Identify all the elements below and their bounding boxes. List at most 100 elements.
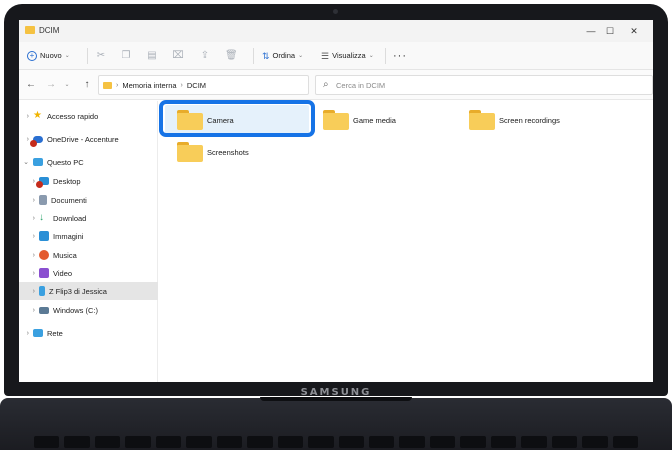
- title-bar: DCIM — ☐ ✕: [19, 20, 653, 42]
- sidebar-item-label: Documenti: [51, 195, 87, 205]
- sidebar-item-windows-c[interactable]: › Windows (C:): [19, 301, 158, 319]
- sidebar-item-label: Download: [53, 213, 87, 223]
- chevron-down-icon: ⌄: [298, 53, 304, 59]
- sidebar-item-label: Musica: [53, 250, 77, 260]
- sort-button[interactable]: ⇅ Ordina ⌄: [262, 49, 303, 63]
- sidebar-item-download[interactable]: › ↓ Download: [19, 209, 158, 227]
- sidebar-item-label: Questo PC: [47, 157, 84, 167]
- breadcrumb-separator: ›: [116, 81, 119, 89]
- up-button[interactable]: ↑: [81, 78, 93, 92]
- camera-highlight: [159, 100, 315, 137]
- webcam-icon: [333, 9, 338, 14]
- cut-icon[interactable]: ✂: [95, 50, 107, 62]
- paste-icon[interactable]: ▤: [146, 50, 158, 62]
- divider: [87, 48, 88, 64]
- folder-icon: [177, 142, 203, 162]
- keyboard-row: [34, 436, 639, 448]
- minimize-button[interactable]: —: [581, 23, 601, 39]
- address-bar[interactable]: › Memoria interna › DCIM: [98, 75, 309, 95]
- chevron-right-icon[interactable]: ›: [19, 330, 33, 337]
- image-icon: [39, 231, 49, 241]
- folder-item-screenshots[interactable]: Screenshots: [165, 137, 309, 167]
- address-row: ← → ⌄ ↑ › Memoria interna › DCIM ⌕: [19, 70, 653, 100]
- search-box[interactable]: ⌕: [315, 75, 653, 95]
- sidebar-item-immagini[interactable]: › Immagini: [19, 227, 158, 245]
- back-button[interactable]: ←: [25, 78, 37, 92]
- navigation-pane: › ★ Accesso rapido › OneDrive - Accentur…: [19, 101, 158, 382]
- sidebar-item-accesso-rapido[interactable]: › ★ Accesso rapido: [19, 107, 158, 125]
- copy-icon[interactable]: ❐: [120, 50, 132, 62]
- sidebar-item-label: OneDrive - Accenture: [47, 134, 119, 144]
- divider: [385, 48, 386, 64]
- new-button[interactable]: + Nuovo ⌄: [27, 49, 70, 63]
- chevron-down-icon: ⌄: [368, 53, 374, 59]
- share-icon[interactable]: ⇪: [199, 50, 211, 62]
- folder-icon: [323, 110, 349, 130]
- chevron-right-icon[interactable]: ›: [25, 233, 39, 240]
- document-icon: [39, 195, 47, 205]
- recent-locations-button[interactable]: ⌄: [61, 78, 73, 92]
- chevron-right-icon[interactable]: ›: [19, 113, 33, 120]
- sidebar-item-label: Windows (C:): [53, 305, 99, 315]
- more-options-button[interactable]: ···: [393, 49, 407, 63]
- folder-icon: [103, 81, 112, 89]
- folder-icon: [469, 110, 495, 130]
- star-icon: ★: [33, 110, 42, 121]
- chevron-right-icon[interactable]: ›: [25, 307, 39, 314]
- close-button[interactable]: ✕: [624, 23, 644, 39]
- chevron-down-icon[interactable]: ⌄: [19, 158, 33, 166]
- chevron-down-icon: ⌄: [64, 53, 70, 59]
- sidebar-item-onedrive[interactable]: › OneDrive - Accenture: [19, 130, 158, 148]
- sidebar-item-rete[interactable]: › Rete: [19, 324, 158, 342]
- rename-icon[interactable]: ⌧: [172, 50, 184, 62]
- error-badge-icon: [36, 181, 43, 188]
- sidebar-item-label: Desktop: [53, 176, 81, 186]
- breadcrumb-separator: ›: [180, 81, 183, 89]
- chevron-right-icon[interactable]: ›: [25, 215, 39, 222]
- computer-icon: [33, 158, 43, 166]
- sidebar-item-desktop[interactable]: › Desktop: [19, 172, 158, 190]
- folder-item-screen-recordings[interactable]: Screen recordings: [457, 105, 601, 135]
- download-icon: ↓: [39, 212, 44, 223]
- chevron-right-icon[interactable]: ›: [25, 270, 39, 277]
- sidebar-item-questo-pc[interactable]: ⌄ Questo PC: [19, 153, 158, 171]
- folder-label: Screenshots: [207, 147, 249, 157]
- breadcrumb-item[interactable]: DCIM: [187, 81, 206, 90]
- maximize-button[interactable]: ☐: [600, 23, 620, 39]
- sidebar-item-video[interactable]: › Video: [19, 264, 158, 282]
- window-title: DCIM: [39, 26, 60, 35]
- folder-icon: [25, 26, 35, 34]
- screen: DCIM — ☐ ✕ + Nuovo ⌄ ✂ ❐ ▤ ⌧ ⇪ 🗑 ⇅ Ordin…: [19, 20, 653, 382]
- sort-icon: ⇅: [262, 51, 270, 61]
- sort-label: Ordina: [272, 51, 296, 60]
- divider: [253, 48, 254, 64]
- cloud-icon: [30, 135, 43, 147]
- file-list: Camera Game media Screen recordings Scre…: [159, 101, 653, 382]
- video-icon: [39, 268, 49, 278]
- error-badge-icon: [30, 139, 37, 147]
- delete-icon[interactable]: 🗑: [225, 50, 238, 62]
- view-icon: ☰: [321, 51, 330, 61]
- search-input[interactable]: [336, 79, 636, 92]
- sidebar-item-z-flip3[interactable]: › Z Flip3 di Jessica: [19, 282, 158, 300]
- chevron-right-icon[interactable]: ›: [25, 197, 39, 204]
- brand-logo: SAMSUNG: [300, 387, 372, 398]
- chevron-right-icon[interactable]: ›: [25, 252, 39, 259]
- sidebar-item-label: Z Flip3 di Jessica: [49, 286, 107, 296]
- view-label: Visualizza: [332, 51, 366, 60]
- music-icon: [39, 250, 49, 260]
- sidebar-item-label: Video: [53, 268, 73, 278]
- command-bar: + Nuovo ⌄ ✂ ❐ ▤ ⌧ ⇪ 🗑 ⇅ Ordina ⌄ ☰ Visua…: [19, 42, 653, 70]
- new-label: Nuovo: [40, 51, 62, 60]
- folder-item-game-media[interactable]: Game media: [311, 105, 455, 135]
- sidebar-item-label: Accesso rapido: [47, 111, 99, 121]
- folder-label: Game media: [353, 115, 396, 125]
- view-button[interactable]: ☰ Visualizza ⌄: [321, 49, 374, 63]
- phone-icon: [39, 286, 45, 296]
- breadcrumb-item[interactable]: Memoria interna: [122, 81, 176, 90]
- sidebar-item-label: Immagini: [53, 231, 84, 241]
- chevron-right-icon[interactable]: ›: [25, 288, 39, 295]
- sidebar-item-documenti[interactable]: › Documenti: [19, 191, 158, 209]
- sidebar-item-musica[interactable]: › Musica: [19, 246, 158, 264]
- forward-button[interactable]: →: [45, 78, 57, 92]
